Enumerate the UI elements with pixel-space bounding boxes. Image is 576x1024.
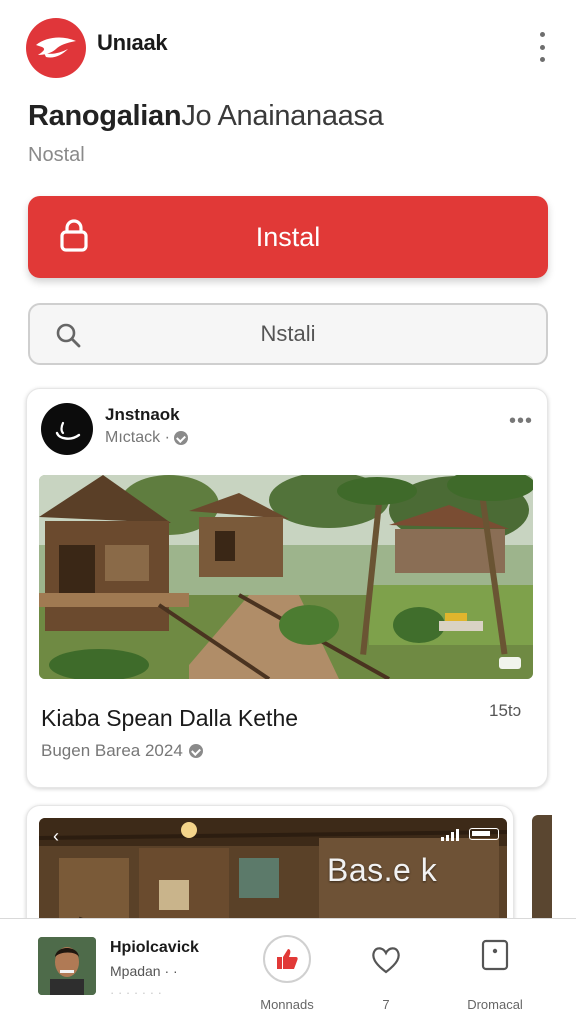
post-author-name[interactable]: Jnstnaok bbox=[105, 405, 180, 425]
profile-extra: · · · · · · · bbox=[110, 985, 162, 1000]
app-header: Unıaak bbox=[0, 0, 576, 96]
bird-logo-icon bbox=[36, 37, 76, 58]
app-logo[interactable] bbox=[26, 18, 86, 78]
nav-item-monnads[interactable]: Monnads bbox=[242, 931, 332, 1015]
author-avatar[interactable] bbox=[41, 403, 93, 455]
author-logo-icon bbox=[55, 421, 81, 440]
post-title[interactable]: Kiaba Spean Dalla Kethe bbox=[41, 705, 298, 732]
page-title: RanogalianJo Anainanaasa bbox=[28, 100, 384, 133]
post-card-2[interactable]: ‹ Bas.e k bbox=[26, 805, 514, 935]
install-button[interactable]: Instal bbox=[28, 196, 548, 278]
post-author-handle-text: Mıctack · bbox=[105, 429, 170, 446]
post-time: 15tɔ bbox=[489, 701, 522, 720]
thumbs-up-icon bbox=[263, 935, 311, 983]
bookmark-icon bbox=[481, 939, 509, 971]
search-icon bbox=[56, 323, 81, 348]
nav-label-dromacal: Dromacal bbox=[467, 997, 523, 1012]
profile-photo-icon bbox=[38, 937, 96, 995]
verified-badge-icon bbox=[188, 744, 203, 758]
village-scene-image bbox=[39, 475, 533, 679]
profile-name[interactable]: Hpiolcavick bbox=[110, 939, 199, 957]
nav-item-dromacal[interactable]: Dromacal bbox=[450, 931, 540, 1015]
back-chevron-icon[interactable]: ‹ bbox=[53, 826, 59, 847]
lock-icon bbox=[60, 219, 88, 252]
post-more-icon[interactable]: ••• bbox=[509, 411, 533, 431]
page-title-light: Jo Anainanaasa bbox=[181, 100, 384, 132]
app-name: Unıaak bbox=[97, 30, 168, 55]
search-bar[interactable] bbox=[28, 303, 548, 365]
battery-icon bbox=[469, 828, 499, 840]
post-author-handle: Mıctack · bbox=[105, 429, 188, 447]
post-image[interactable] bbox=[39, 475, 533, 679]
post-meta: Bugen Barea 2024 bbox=[41, 741, 203, 761]
bottom-navigation: Hpiolcavick Mpadan · · · · · · · · · Mon… bbox=[0, 918, 576, 1024]
nav-label-monnads: Monnads bbox=[260, 997, 314, 1012]
nav-label-heart: 7 bbox=[382, 997, 390, 1012]
page-subtitle: Nostal bbox=[28, 144, 85, 166]
more-options-icon[interactable] bbox=[530, 32, 554, 62]
verified-badge-icon bbox=[173, 431, 188, 445]
next-card-peek[interactable] bbox=[532, 815, 552, 925]
page-title-bold: Ranogalian bbox=[28, 100, 182, 132]
search-input[interactable] bbox=[98, 321, 478, 347]
post-card[interactable]: Jnstnaok Mıctack · ••• Kiaba Spean Dalla… bbox=[26, 388, 548, 788]
install-button-label: Instal bbox=[255, 221, 321, 252]
post-meta-text: Bugen Barea 2024 bbox=[41, 741, 183, 760]
heart-icon bbox=[372, 947, 400, 974]
profile-handle: Mpadan · · bbox=[110, 963, 178, 979]
signal-icon bbox=[441, 828, 463, 841]
nav-item-heart[interactable]: 7 bbox=[341, 931, 431, 1015]
profile-avatar[interactable] bbox=[38, 937, 96, 995]
post-2-overlay-text: Bas.e k bbox=[327, 852, 438, 888]
